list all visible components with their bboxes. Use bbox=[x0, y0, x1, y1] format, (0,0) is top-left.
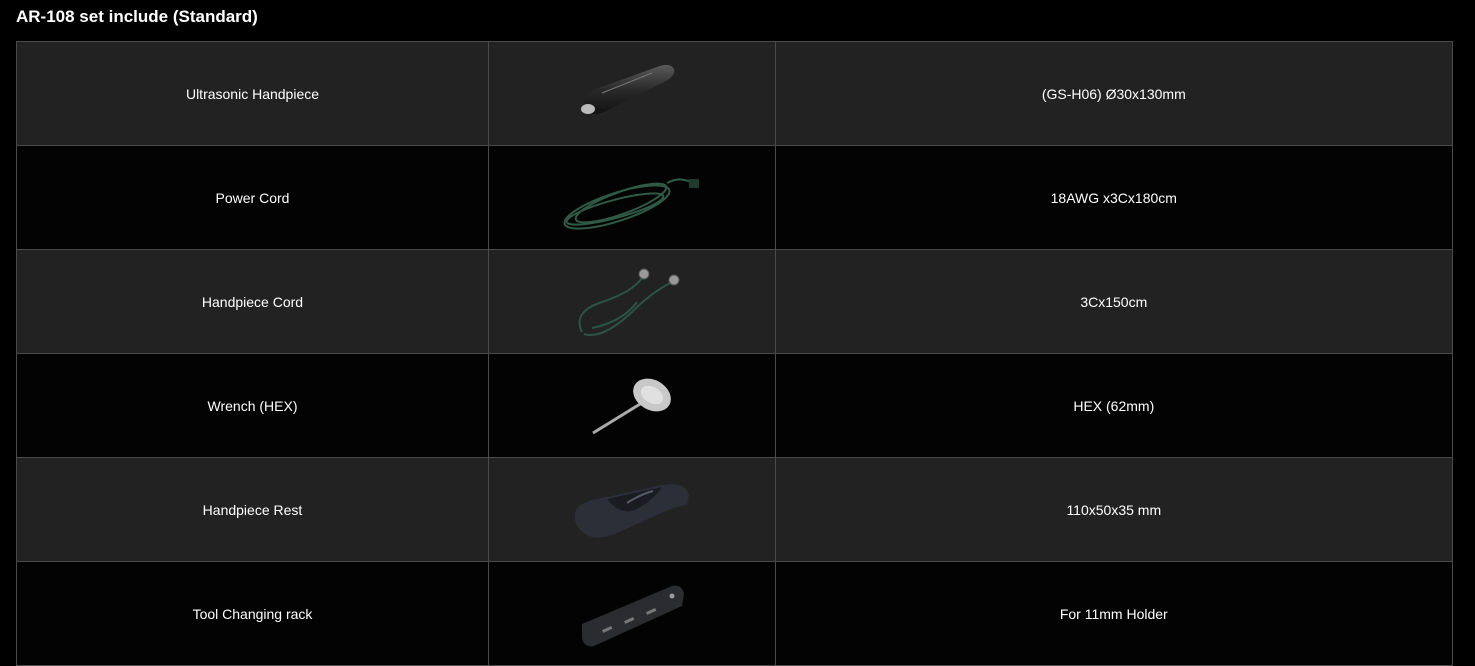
hex-wrench-icon bbox=[591, 378, 671, 434]
item-name: Ultrasonic Handpiece bbox=[16, 41, 489, 146]
standard-set-table: Ultrasonic Handpiece (GS-H06) Ø30x130mm … bbox=[16, 41, 1454, 666]
item-name: Handpiece Rest bbox=[16, 457, 489, 562]
item-spec: 18AWG x3Cx180cm bbox=[774, 145, 1454, 250]
item-spec: HEX (62mm) bbox=[774, 353, 1454, 458]
item-image-cell bbox=[487, 353, 776, 458]
page-title: AR-108 set include (Standard) bbox=[16, 7, 258, 26]
handpiece-rest-icon bbox=[574, 483, 689, 538]
item-name: Tool Changing rack bbox=[16, 561, 489, 666]
table-row: Tool Changing rack For 11mm Holder bbox=[16, 561, 1454, 666]
item-name: Wrench (HEX) bbox=[16, 353, 489, 458]
item-image-cell bbox=[487, 561, 776, 666]
handpiece-cord-icon bbox=[578, 268, 680, 336]
item-name: Power Cord bbox=[16, 145, 489, 250]
item-image-cell bbox=[487, 145, 776, 250]
tool-changing-rack-icon bbox=[581, 585, 684, 646]
item-spec: 3Cx150cm bbox=[774, 249, 1454, 354]
table-row: Power Cord 18AWG x3Cx180cm bbox=[16, 145, 1454, 250]
item-image-cell bbox=[487, 41, 776, 146]
table-row: Ultrasonic Handpiece (GS-H06) Ø30x130mm bbox=[16, 41, 1454, 146]
item-name: Handpiece Cord bbox=[16, 249, 489, 354]
table-row: Wrench (HEX) HEX (62mm) bbox=[16, 353, 1454, 458]
ultrasonic-handpiece-icon bbox=[580, 64, 675, 114]
item-image-cell bbox=[487, 457, 776, 562]
table-row: Handpiece Rest 110x50x35 mm bbox=[16, 457, 1454, 562]
item-spec: For 11mm Holder bbox=[774, 561, 1454, 666]
item-image-cell bbox=[487, 249, 776, 354]
item-spec: (GS-H06) Ø30x130mm bbox=[774, 41, 1454, 146]
power-cord-icon bbox=[563, 178, 699, 230]
table-row: Handpiece Cord 3Cx150cm bbox=[16, 249, 1454, 354]
item-spec: 110x50x35 mm bbox=[774, 457, 1454, 562]
